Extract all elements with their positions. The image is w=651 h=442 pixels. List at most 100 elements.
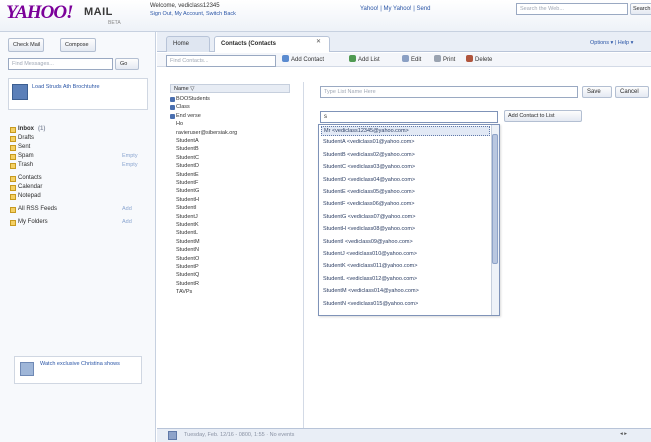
contact-row[interactable]: StudentB — [176, 146, 199, 152]
autocomplete-item[interactable]: StudentM <vediclass014@yahoo.com> — [321, 287, 490, 297]
check-mail-button[interactable]: Check Mail — [8, 38, 44, 52]
sidebar-item-drafts[interactable]: Drafts — [18, 135, 34, 141]
contact-list-icon — [170, 105, 175, 111]
contact-row[interactable]: End verse — [176, 113, 201, 119]
sidebar-item-notepad[interactable]: Notepad — [18, 193, 41, 199]
tab-home[interactable]: Home — [166, 36, 210, 52]
save-button[interactable]: Save — [582, 86, 612, 98]
contact-row[interactable]: StudentG — [176, 188, 199, 194]
add-list-button[interactable]: Add List — [349, 55, 380, 63]
name-column-header[interactable]: Name ▽ — [170, 84, 290, 93]
cancel-button[interactable]: Cancel — [615, 86, 649, 98]
compose-label: Compose — [65, 42, 89, 48]
contact-row[interactable]: StudentI — [176, 205, 197, 211]
tab-contacts[interactable]: Contacts (Contacts — [214, 36, 330, 52]
folder-label: Contacts — [18, 175, 42, 181]
contact-row[interactable]: Class — [176, 104, 190, 110]
sidebar-item-my-folders[interactable]: My Folders — [18, 219, 48, 225]
promo-text[interactable]: Load Struds Ath Brochtuhre — [32, 84, 142, 90]
folder-icon — [10, 207, 16, 213]
promo-bottom-text[interactable]: Watch exclusive Christina shows — [40, 361, 136, 367]
contact-row[interactable]: StudentC — [176, 155, 199, 161]
folder-action-link[interactable]: Add — [122, 206, 132, 212]
folder-icon — [10, 136, 16, 142]
folder-label: Spam — [18, 153, 34, 159]
autocomplete-item[interactable]: StudentJ <vediclass010@yahoo.com> — [321, 250, 490, 260]
autocomplete-item[interactable]: StudentK <vediclass011@yahoo.com> — [321, 262, 490, 272]
autocomplete-item[interactable]: StudentB <vediclass02@yahoo.com> — [321, 151, 490, 161]
contact-row[interactable]: StudentH — [176, 197, 199, 203]
sidebar-item-calendar[interactable]: Calendar — [18, 184, 42, 190]
contact-row[interactable]: StudentL — [176, 230, 198, 236]
autocomplete-item[interactable]: StudentL <vediclass012@yahoo.com> — [321, 275, 490, 285]
add-contact-input[interactable]: s — [320, 111, 498, 123]
web-search-button[interactable]: Search — [630, 3, 651, 15]
sidebar-item-inbox[interactable]: Inbox (1) — [18, 126, 45, 132]
autocomplete-item[interactable]: StudentG <vediclass07@yahoo.com> — [321, 213, 490, 223]
folder-label: Calendar — [18, 184, 43, 190]
autocomplete-item[interactable]: StudentC <vediclass03@yahoo.com> — [321, 163, 490, 173]
autocomplete-item[interactable]: Mr <vediclass12345@yahoo.com> — [321, 126, 490, 136]
yahoo-nav-links[interactable]: Yahoo! | My Yahoo! | Send — [360, 6, 431, 12]
sidebar-item-sent[interactable]: Sent — [18, 144, 30, 150]
edit-button[interactable]: Edit — [402, 55, 421, 63]
print-icon — [434, 55, 441, 62]
contact-row[interactable]: TAVPs — [176, 289, 192, 295]
account-links[interactable]: Sign Out, My Account, Switch Back — [150, 11, 236, 17]
dropdown-scroll-thumb[interactable] — [492, 134, 498, 264]
yahoo-logo[interactable]: YAHOO! — [6, 2, 73, 24]
find-messages-input[interactable]: Find Messages... — [8, 58, 113, 70]
folder-action-link[interactable]: Empty — [122, 162, 138, 168]
sidebar-item-contacts[interactable]: Contacts — [18, 175, 42, 181]
beta-label: BETA — [108, 20, 121, 26]
autocomplete-item[interactable]: StudentH <vediclass08@yahoo.com> — [321, 225, 490, 235]
compose-button[interactable]: Compose — [60, 38, 96, 52]
autocomplete-item[interactable]: StudentA <vediclass01@yahoo.com> — [321, 138, 490, 148]
folder-icon — [10, 163, 16, 169]
contact-row[interactable]: StudentE — [176, 172, 199, 178]
folder-action-link[interactable]: Empty — [122, 153, 138, 159]
delete-button[interactable]: Delete — [466, 55, 492, 63]
contact-row[interactable]: StudentA — [176, 138, 199, 144]
go-button[interactable]: Go — [115, 58, 139, 70]
folder-label: Trash — [18, 162, 34, 168]
contact-row[interactable]: ravieruser@sibersiak.org — [176, 130, 237, 136]
delete-label: Delete — [475, 57, 493, 63]
list-name-input[interactable]: Type List Name Here — [320, 86, 578, 98]
contact-row[interactable]: StudentP — [176, 264, 199, 270]
autocomplete-item[interactable]: StudentN <vediclass015@yahoo.com> — [321, 300, 490, 310]
promo-box[interactable] — [8, 78, 148, 110]
contact-row[interactable]: StudentK — [176, 222, 199, 228]
autocomplete-item[interactable]: StudentI <vediclass09@yahoo.com> — [321, 238, 490, 248]
web-search-input[interactable]: Search the Web... — [516, 3, 628, 15]
autocomplete-item[interactable]: StudentE <vediclass05@yahoo.com> — [321, 188, 490, 198]
promo-image-icon — [12, 84, 28, 100]
print-button[interactable]: Print — [434, 55, 455, 63]
calendar-icon[interactable] — [168, 431, 177, 440]
welcome-text: Welcome, vediclass12345 — [150, 3, 220, 9]
contact-row[interactable]: StudentM — [176, 239, 200, 245]
contact-row[interactable]: StudentJ — [176, 214, 198, 220]
autocomplete-item[interactable]: StudentD <vediclass04@yahoo.com> — [321, 176, 490, 186]
find-contacts-input[interactable]: Find Contacts... — [166, 55, 276, 67]
folder-action-link[interactable]: Add — [122, 219, 132, 225]
autocomplete-item[interactable]: StudentF <vediclass06@yahoo.com> — [321, 200, 490, 210]
add-contact-to-list-button[interactable]: Add Contact to List — [504, 110, 582, 122]
options-help-links[interactable]: Options ▾ | Help ▾ — [590, 40, 633, 46]
contact-row[interactable]: StudentD — [176, 163, 199, 169]
contact-row[interactable]: StudentF — [176, 180, 198, 186]
pager-arrows[interactable]: ◂ ▸ — [620, 431, 627, 437]
close-tab-icon[interactable]: ✕ — [316, 38, 321, 45]
contact-row[interactable]: Ho — [176, 121, 183, 127]
add-contact-button[interactable]: Add Contact — [282, 55, 324, 63]
contact-list-icon — [170, 113, 175, 119]
sidebar-item-trash[interactable]: Trash — [18, 162, 33, 168]
contact-row[interactable]: StudentR — [176, 281, 199, 287]
sidebar-item-spam[interactable]: Spam — [18, 153, 34, 159]
sidebar-item-all-rss-feeds[interactable]: All RSS Feeds — [18, 206, 57, 212]
contact-row[interactable]: StudentN — [176, 247, 199, 253]
contact-row[interactable]: StudentO — [176, 256, 199, 262]
contact-row[interactable]: BOOStudents — [176, 96, 210, 102]
contact-row[interactable]: StudentQ — [176, 272, 199, 278]
folder-icon — [10, 154, 16, 160]
